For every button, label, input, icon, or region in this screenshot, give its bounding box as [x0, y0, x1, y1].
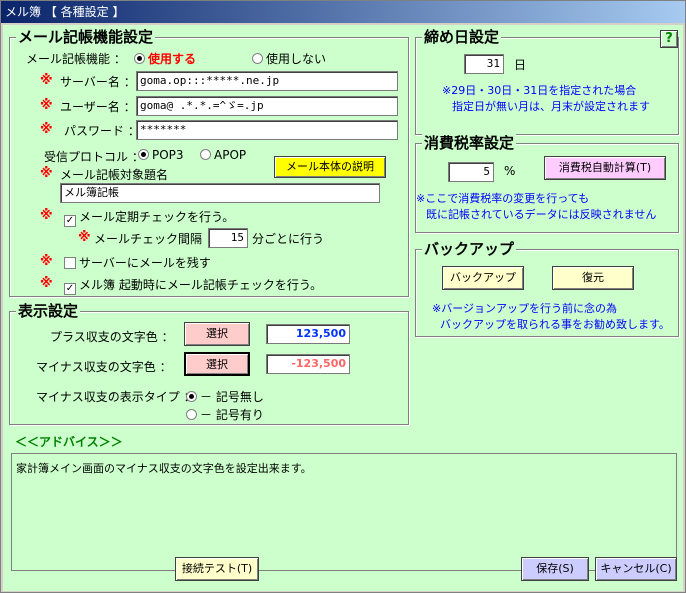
closing-note-2: 指定日が無い月は、月末が設定されます	[452, 100, 650, 113]
minus-type-nosign-radio[interactable]: － 記号無し	[186, 388, 264, 405]
display-settings-group: 表示設定 プラス収支の文字色 ： 選択 123,500 マイナス収支の文字色 ：…	[9, 302, 409, 425]
nouse-label: 使用しない	[266, 52, 327, 66]
required-mark-icon: ※	[40, 166, 53, 181]
pop3-label: POP3	[152, 148, 184, 162]
plus-color-select-button[interactable]: 選択	[184, 322, 250, 346]
mail-body-help-button[interactable]: メール本体の説明	[274, 156, 386, 178]
startup-label: メル簿 起動時にメール記帳チェックを行う。	[79, 278, 323, 292]
periodic-check[interactable]: ✓ メール定期チェックを行う。	[64, 208, 234, 227]
subject-input[interactable]: メル簿記帳	[60, 183, 380, 203]
password-input[interactable]: *******	[136, 120, 398, 140]
apop-label: APOP	[214, 148, 247, 162]
radio-icon	[200, 149, 211, 160]
keep-label: サーバーにメールを残す	[79, 256, 211, 270]
tax-auto-calc-button[interactable]: 消費税自動計算(T)	[544, 156, 666, 180]
backup-note-1: ※バージョンアップを行う前に念の為	[432, 302, 617, 315]
closing-day-input[interactable]: 31	[464, 54, 504, 74]
client-area: メール記帳機能設定 メール記帳機能 ： 使用する 使用しない ※ サーバー名 ：…	[3, 25, 683, 591]
keep-on-server-check[interactable]: サーバーにメールを残す	[64, 254, 211, 271]
required-mark-icon: ※	[40, 208, 53, 223]
connection-test-button[interactable]: 接続テスト(T)	[175, 557, 259, 581]
backup-note-2: バックアップを取られる事をお勧め致します。	[440, 318, 670, 331]
required-mark-icon: ※	[40, 73, 53, 88]
required-mark-icon: ※	[40, 276, 53, 291]
required-mark-icon: ※	[78, 230, 91, 245]
minus-color-select-button[interactable]: 選択	[184, 352, 250, 376]
minus-type-sign-radio[interactable]: － 記号有り	[186, 406, 264, 423]
sign-label: － 記号有り	[200, 408, 264, 422]
save-button[interactable]: 保存(S)	[521, 557, 589, 581]
tax-rate-unit: %	[504, 164, 516, 178]
advice-title: ＜＜アドバイス＞＞	[15, 435, 123, 449]
interval-input[interactable]: 15	[208, 228, 248, 248]
startup-check[interactable]: ✓ メル簿 起動時にメール記帳チェックを行う。	[64, 276, 322, 295]
cancel-button[interactable]: キャンセル(C)	[595, 557, 677, 581]
subject-label: メール記帳対象題名	[60, 168, 169, 182]
tax-title: 消費税率設定	[422, 134, 517, 152]
periodic-label: メール定期チェックを行う。	[79, 210, 235, 224]
backup-button[interactable]: バックアップ	[442, 266, 524, 290]
interval-label: メールチェック間隔 ：	[94, 232, 218, 246]
mail-settings-group: メール記帳機能設定 メール記帳機能 ： 使用する 使用しない ※ サーバー名 ：…	[9, 28, 409, 297]
plus-color-label: プラス収支の文字色 ：	[50, 330, 174, 344]
nosign-label: － 記号無し	[200, 390, 264, 404]
backup-group: バックアップ バックアップ 復元 ※バージョンアップを行う前に念の為 バックアッ…	[415, 240, 679, 337]
interval-unit: 分ごとに行う	[252, 232, 325, 246]
user-input[interactable]: goma@ .*.*.=^ゞ=.jp	[136, 96, 398, 116]
checkbox-icon	[64, 257, 76, 269]
closing-note-1: ※29日・30日・31日を指定された場合	[442, 84, 637, 97]
plus-color-sample: 123,500	[266, 324, 350, 344]
user-label: ユーザー名 ：	[60, 100, 136, 114]
advice-text-area: 家計簿メイン画面のマイナス収支の文字色を設定出来ます。	[11, 453, 677, 571]
use-label: 使用する	[148, 52, 197, 66]
apop-radio[interactable]: APOP	[200, 148, 246, 162]
minus-color-label: マイナス収支の文字色 ：	[36, 360, 172, 374]
required-mark-icon: ※	[40, 254, 53, 269]
closing-day-title: 締め日設定	[422, 28, 502, 46]
radio-selected-icon	[138, 149, 149, 160]
closing-day-group: 締め日設定 ? 31 日 ※29日・30日・31日を指定された場合 指定日が無い…	[415, 28, 679, 135]
settings-window: メル簿 【 各種設定 】 メール記帳機能設定 メール記帳機能 ： 使用する 使用…	[0, 0, 686, 593]
radio-icon	[186, 409, 197, 420]
pop3-radio[interactable]: POP3	[138, 148, 184, 162]
tax-note-2: 既に記帳されているデータには反映されません	[426, 208, 657, 221]
help-icon[interactable]: ?	[660, 30, 678, 48]
radio-icon	[252, 53, 263, 64]
minus-color-sample: -123,500	[266, 354, 350, 374]
tax-rate-input[interactable]: 5	[448, 162, 494, 182]
nouse-radio[interactable]: 使用しない	[252, 50, 326, 67]
required-mark-icon: ※	[40, 98, 53, 113]
restore-button[interactable]: 復元	[552, 266, 634, 290]
use-radio[interactable]: 使用する	[134, 50, 196, 67]
mail-settings-title: メール記帳機能設定	[16, 28, 156, 46]
server-input[interactable]: goma.op:::*****.ne.jp	[136, 71, 398, 91]
server-label: サーバー名 ：	[60, 75, 136, 89]
radio-selected-icon	[186, 391, 197, 402]
radio-selected-icon	[134, 53, 145, 64]
checkmark-icon: ✓	[64, 283, 76, 295]
protocol-label: 受信プロトコル ：	[44, 150, 144, 164]
backup-title: バックアップ	[422, 240, 517, 258]
tax-group: 消費税率設定 5 % 消費税自動計算(T) ※ここで消費税率の変更を行っても 既…	[415, 134, 679, 233]
checkmark-icon: ✓	[64, 215, 76, 227]
required-mark-icon: ※	[40, 122, 53, 137]
title-bar: メル簿 【 各種設定 】	[1, 1, 685, 23]
closing-day-unit: 日	[514, 58, 527, 72]
mail-func-label: メール記帳機能 ：	[26, 52, 126, 66]
minus-type-label: マイナス収支の表示タイプ ：	[36, 390, 196, 404]
tax-note-1: ※ここで消費税率の変更を行っても	[416, 192, 590, 205]
password-label: パスワード ：	[64, 124, 140, 138]
window-title: メル簿 【 各種設定 】	[5, 5, 125, 19]
display-settings-title: 表示設定	[16, 302, 81, 320]
advice-text: 家計簿メイン画面のマイナス収支の文字色を設定出来ます。	[16, 462, 312, 475]
